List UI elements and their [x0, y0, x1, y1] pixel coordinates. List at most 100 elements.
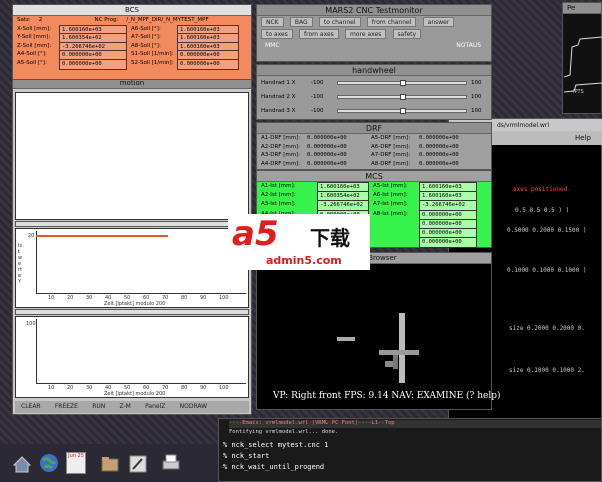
calendar-date: Jun 25 [68, 453, 84, 459]
folder-icon[interactable] [100, 454, 120, 474]
plot1-ytick: 20 [28, 233, 35, 239]
motion-scrollbar-2[interactable] [15, 309, 249, 315]
drf-value-2: 0.000000e+00 [417, 142, 479, 152]
plot2-xlabel: Zeit [Iptakt] modulo 200 [104, 391, 166, 397]
motion-scrollbar-1[interactable] [15, 221, 249, 227]
run-button[interactable]: RUN [88, 402, 110, 412]
home-icon[interactable] [12, 454, 32, 474]
notaus-button[interactable]: NOTAUS [452, 41, 485, 51]
bcs-label-1: A5-Soll [°]: [17, 59, 47, 66]
x-tick-label: 90 [200, 385, 207, 391]
handwheel-min: -100 [311, 94, 324, 100]
drf-title: DRF [257, 123, 491, 134]
terminal-window[interactable]: ----Emacs: vrmlmodel.wrl (VRML PC Font)-… [218, 418, 602, 482]
drf-label-1: A4-DRF [mm]: [261, 160, 301, 167]
globe-icon[interactable] [38, 452, 60, 474]
handwheel-max: 100 [471, 80, 482, 86]
emacs-line-3: 0.5000 0.2000 0.1500 ) [507, 227, 587, 234]
handwheel-min: -100 [311, 108, 324, 114]
emacs-path: ds/vrmlmodel.wrl [497, 122, 550, 129]
drf-row: A1-DRF [mm]: 0.000000e+00 A5-DRF [mm]: 0.00… [257, 134, 491, 143]
emacs-modeline: ----Emacs: vrmlmodel.wrl (VRML PC Font)-… [229, 420, 601, 428]
bcs-window[interactable]: BCS Satz: 2 NC Prog: /_N_MPF_DIR/_N_MYTE… [12, 4, 252, 80]
plot1-series-line [36, 235, 168, 237]
drf-row: A3-DRF [mm]: 0.000000e+00 A7-DRF [mm]: 0.00… [257, 151, 491, 160]
mcs-label-2: A6-Ist [mm]: [373, 192, 408, 199]
x3d-viewport[interactable] [257, 265, 493, 385]
handwheel-window[interactable]: handwheel Handrad 1 X -100 100 Handrad 2 X -… [256, 64, 492, 120]
drf-value-1: 0.000000e+00 [305, 134, 367, 143]
drf-row: A4-DRF [mm]: 0.000000e+00 A8-DRF [mm]: 0.00… [257, 159, 491, 169]
mcs-label-2: A5-Ist [mm]: [373, 183, 408, 189]
taskbar: Jun 25 [0, 444, 218, 482]
handwheel-slider-thumb[interactable] [400, 108, 406, 114]
mcs-value-2: 0.000000e+00 [419, 237, 477, 249]
bcs-label-1: A4-Soll [°]: [17, 51, 47, 58]
emacs-line-1: axes positioned. [513, 186, 571, 193]
x-tick-label: 20 [67, 295, 74, 301]
more-axes-button[interactable]: more axes [345, 29, 387, 39]
satz-label: Satz: [17, 17, 31, 23]
nodraw-button[interactable]: NODRAW [175, 402, 212, 412]
mcs-title: MCS [257, 171, 491, 182]
mmc-button[interactable]: MMC [261, 41, 284, 51]
handwheel-slider-thumb[interactable] [400, 94, 406, 100]
drf-label-2: A7-DRF [mm]: [371, 152, 411, 159]
bcs-label-2: S1-Soll [1/min]: [131, 51, 174, 58]
nck-button[interactable]: NCK [261, 17, 284, 27]
to-channel-button[interactable]: to channel [318, 17, 361, 27]
drf-value-2: 0.000000e+00 [417, 159, 479, 169]
panelz-button[interactable]: PanelZ [141, 402, 170, 412]
handwheel-max: 100 [471, 94, 482, 100]
mcs-row: A2-Ist [mm]: 1.600354e+02 A6-Ist [mm]: 1.60… [257, 191, 491, 203]
handwheel-slider[interactable] [337, 80, 467, 86]
testmonitor-window[interactable]: MARS2 CNC Testmonitor NCK BAG to channel… [256, 4, 492, 62]
printer-icon[interactable] [160, 452, 182, 474]
bag-button[interactable]: BAG [289, 17, 313, 27]
emacs-line-6: size 0.1000 0.1000 2. [509, 367, 585, 374]
drf-label-1: A2-DRF [mm]: [261, 143, 301, 150]
drf-value-2: 0.000000e+00 [417, 151, 479, 160]
from-axes-button[interactable]: from axes [299, 29, 339, 39]
motion-window[interactable]: motion Istwerte Y 20 10 20 30 40 50 60 70 80 90 1… [12, 77, 252, 415]
mcs-label-2: A7-Ist [mm]: [373, 201, 408, 208]
handwheel-slider[interactable] [337, 108, 467, 114]
motion-plot-1: Istwerte Y 20 10 20 30 40 50 60 70 80 90 100 Zeit… [15, 228, 249, 308]
to-axes-button[interactable]: to axes [261, 29, 293, 39]
handwheel-max: 100 [471, 108, 482, 114]
drf-window[interactable]: DRF A1-DRF [mm]: 0.000000e+00 A5-DRF [mm]:… [256, 122, 492, 170]
drf-value-1: 0.000000e+00 [305, 159, 367, 169]
bcs-row: X-Soll [mm]: 1.600160e+03 A6-Soll [°]: 1.60… [13, 24, 251, 36]
emacs-help-menu[interactable]: Help [575, 134, 591, 142]
safety-button[interactable]: safety [392, 29, 422, 39]
watermark: a5 下载 admin5.com [228, 214, 370, 270]
freeze-button[interactable]: FREEZE [50, 402, 82, 412]
handwheel-slider-thumb[interactable] [400, 80, 406, 86]
emacs-line-2: 0.5 0.5 0.5 ) ) [515, 207, 570, 214]
calendar-icon[interactable]: Jun 25 [66, 452, 86, 474]
bcs-value-1: 0.000000e+00 [59, 58, 127, 70]
mcs-label-1: A1-Ist [mm]: [261, 183, 296, 189]
bcs-row: A5-Soll [°]: 0.000000e+00 S2-Soll [1/min]:… [13, 58, 251, 70]
mcs-label-2: A8-Ist [mm]: [373, 210, 408, 217]
bcs-row: Z-Soll [mm]: -3.266746e+02 A8-Soll [°]: 1.6… [13, 41, 251, 53]
handwheel-slider[interactable] [337, 94, 467, 100]
satz-value: 2 [38, 17, 43, 23]
clear-button[interactable]: CLEAR [17, 402, 45, 412]
pe-label: IPTS [573, 89, 584, 95]
plot2-axis-y [36, 319, 37, 383]
answer-button[interactable]: answer [422, 17, 455, 27]
drf-label-2: A5-DRF [mm]: [371, 135, 411, 141]
x3d-browser-window[interactable]: X3D Browser VP: Right front FPS: 9.14 NA… [256, 252, 501, 410]
emacs-line-4: 0.1000 0.1000 0.1000 ) [507, 267, 587, 274]
from-channel-button[interactable]: from channel [366, 17, 417, 27]
plot1-ylabel: Istwerte Y [18, 243, 23, 285]
emacs-line-5: size 0.2000 0.2000 0. [509, 325, 585, 332]
paint-icon[interactable] [128, 454, 148, 474]
watermark-url: admin5.com [266, 254, 342, 267]
pe-title: Pe [563, 3, 601, 14]
zm-button[interactable]: Z-M [115, 402, 135, 412]
pe-window[interactable]: Pe IPTS [562, 2, 602, 114]
plot2-axis-x [36, 383, 246, 384]
bcs-label-1: Z-Soll [mm]: [17, 42, 52, 49]
